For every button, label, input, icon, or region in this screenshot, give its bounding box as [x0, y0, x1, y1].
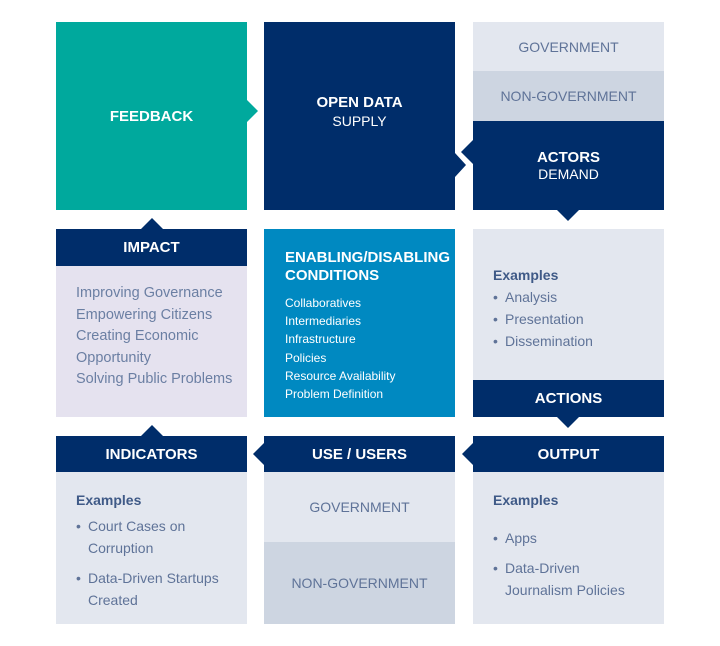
indicators-examples: Examples Court Cases on Corruption Data-D…: [56, 472, 247, 624]
examples-label: Examples: [76, 492, 142, 508]
arrow-down-icon: [557, 417, 579, 428]
impact-item: Solving Public Problems: [76, 371, 233, 388]
actors-box: ACTORS DEMAND: [473, 121, 664, 210]
label: GOVERNMENT: [309, 499, 410, 515]
examples-label: Examples: [493, 267, 559, 283]
indicator-item: Data-Driven Startups Created: [76, 567, 238, 611]
actors-title: ACTORS: [536, 149, 601, 166]
arrow-up-icon: [141, 425, 163, 436]
arrow-left-icon: [462, 443, 473, 465]
output-item: Data-Driven Journalism Policies: [493, 557, 645, 601]
condition-item: Intermediaries: [285, 314, 362, 329]
actions-examples: Examples AnalysisPresentationDisseminati…: [473, 229, 664, 380]
condition-item: Collaboratives: [285, 296, 362, 310]
open-data-box: OPEN DATA SUPPLY: [264, 22, 455, 210]
feedback-box: FEEDBACK: [56, 22, 247, 210]
arrow-left-icon: [461, 140, 473, 164]
arrow-right-icon: [247, 100, 258, 122]
conditions-list: Collaboratives Intermediaries Infrastruc…: [285, 294, 455, 403]
condition-item: Resource Availability: [285, 368, 396, 383]
actors-government: GOVERNMENT: [473, 22, 664, 71]
condition-item: Problem Definition: [285, 387, 384, 402]
conditions-title: ENABLING/DISABLING CONDITIONS: [285, 249, 450, 284]
open-data-sub: SUPPLY: [332, 113, 387, 129]
impact-list: Improving Governance Empowering Citizens…: [56, 266, 247, 417]
conditions-box: ENABLING/DISABLING CONDITIONS Collaborat…: [264, 229, 455, 417]
impact-item: Creating Economic Opportunity: [76, 328, 199, 366]
impact-title: IMPACT: [123, 239, 180, 256]
label: NON-GOVERNMENT: [500, 88, 637, 104]
label: NON-GOVERNMENT: [291, 575, 428, 591]
use-non-government: NON-GOVERNMENT: [264, 542, 455, 624]
arrow-left-icon: [253, 443, 264, 465]
impact-item: Improving Governance: [76, 285, 223, 301]
output-item: Apps: [493, 527, 664, 549]
feedback-label: FEEDBACK: [109, 107, 194, 125]
label: GOVERNMENT: [518, 38, 619, 55]
indicator-item: Court Cases on Corruption: [76, 515, 198, 559]
actions-header: ACTIONS: [473, 380, 664, 417]
impact-header: IMPACT: [56, 229, 247, 266]
action-item: Analysis: [493, 286, 664, 308]
output-title: OUTPUT: [537, 445, 600, 463]
action-item: Dissemination: [493, 330, 664, 352]
open-data-title: OPEN DATA: [316, 94, 403, 111]
indicators-header: INDICATORS: [56, 436, 247, 472]
impact-item: Empowering Citizens: [76, 306, 213, 323]
arrow-down-icon: [557, 210, 579, 221]
use-government: GOVERNMENT: [264, 472, 455, 542]
use-header: USE / USERS: [264, 436, 455, 472]
arrow-up-icon: [141, 218, 163, 229]
indicators-title: INDICATORS: [105, 445, 198, 463]
action-item: Presentation: [493, 308, 664, 330]
output-examples: Examples Apps Data-Driven Journalism Poli…: [473, 472, 664, 624]
use-title: USE / USERS: [311, 445, 408, 463]
output-header: OUTPUT: [473, 436, 664, 472]
actors-sub: DEMAND: [538, 166, 599, 182]
examples-label: Examples: [493, 492, 559, 508]
actors-non-government: NON-GOVERNMENT: [473, 71, 664, 121]
condition-item: Policies: [285, 350, 327, 365]
actions-title: ACTIONS: [534, 390, 603, 407]
condition-item: Infrastructure: [285, 332, 356, 347]
